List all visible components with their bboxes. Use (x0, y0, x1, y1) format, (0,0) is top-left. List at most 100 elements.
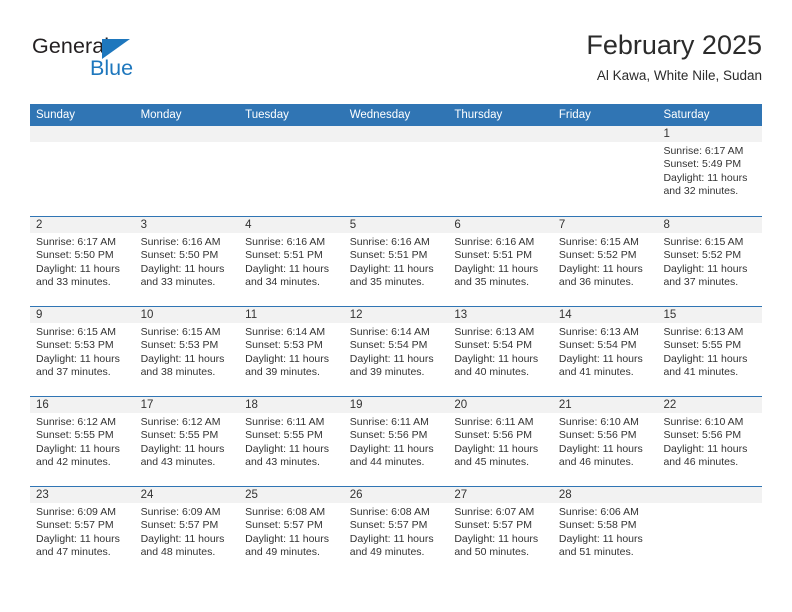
sunrise-text: Sunrise: 6:14 AM (245, 326, 326, 338)
day-cell[interactable]: 15 Sunrise: 6:13 AM Sunset: 5:55 PM Dayligh… (657, 307, 763, 396)
day-sun-info: Sunrise: 6:12 AM Sunset: 5:55 PM Daylight:… (30, 413, 135, 469)
day-cell[interactable]: 1 Sunrise: 6:17 AM Sunset: 5:49 PM Daylight… (657, 126, 763, 216)
daylight-text: Daylight: 11 hours and 41 minutes. (663, 352, 748, 378)
day-cell[interactable]: 23 Sunrise: 6:09 AM Sunset: 5:57 PM Dayligh… (30, 487, 135, 576)
daylight-text: Daylight: 11 hours and 50 minutes. (454, 532, 539, 558)
day-cell[interactable]: 19 Sunrise: 6:11 AM Sunset: 5:56 PM Dayligh… (343, 397, 449, 486)
day-number: 3 (134, 217, 240, 233)
day-cell[interactable]: 28 Sunrise: 6:06 AM Sunset: 5:58 PM Dayligh… (552, 487, 658, 576)
day-cell[interactable]: 11 Sunrise: 6:14 AM Sunset: 5:53 PM Dayligh… (239, 307, 344, 396)
day-cell[interactable]: 4 Sunrise: 6:16 AM Sunset: 5:51 PM Daylight… (239, 217, 344, 306)
daylight-text: Daylight: 11 hours and 46 minutes. (558, 442, 643, 468)
sunrise-text: Sunrise: 6:12 AM (36, 416, 116, 428)
sunrise-text: Sunrise: 6:17 AM (663, 145, 744, 157)
sunset-text: Sunset: 5:53 PM (36, 339, 114, 352)
day-sun-info: Sunrise: 6:13 AM Sunset: 5:54 PM Daylight:… (553, 323, 658, 379)
day-number: 8 (657, 217, 763, 233)
daylight-text: Daylight: 11 hours and 49 minutes. (245, 532, 330, 558)
day-number: 13 (448, 307, 553, 323)
daylight-text: Daylight: 11 hours and 33 minutes. (140, 262, 225, 288)
day-number (448, 126, 553, 142)
daylight-text: Daylight: 11 hours and 35 minutes. (349, 262, 434, 288)
day-cell[interactable]: 21 Sunrise: 6:10 AM Sunset: 5:56 PM Dayligh… (552, 397, 658, 486)
sunset-text: Sunset: 5:51 PM (454, 249, 532, 262)
sunset-text: Sunset: 5:55 PM (140, 429, 219, 442)
sunset-text: Sunset: 5:57 PM (349, 519, 428, 532)
sunrise-text: Sunrise: 6:17 AM (36, 236, 116, 248)
sunrise-text: Sunrise: 6:10 AM (663, 416, 744, 428)
day-cell[interactable]: 25 Sunrise: 6:08 AM Sunset: 5:57 PM Dayligh… (239, 487, 344, 576)
sunset-text: Sunset: 5:50 PM (140, 249, 219, 262)
weekday-header-friday: Friday (558, 109, 591, 121)
day-number: 17 (134, 397, 240, 413)
day-number: 9 (30, 307, 135, 323)
day-cell[interactable]: 16 Sunrise: 6:12 AM Sunset: 5:55 PM Dayligh… (30, 397, 135, 486)
title-block: February 2025 Al Kawa, White Nile, Sudan (586, 28, 762, 86)
sunrise-text: Sunrise: 6:07 AM (454, 506, 535, 518)
day-sun-info: Sunrise: 6:10 AM Sunset: 5:56 PM Daylight:… (553, 413, 658, 469)
logo-text-blue: Blue (90, 56, 134, 80)
sunrise-text: Sunrise: 6:16 AM (140, 236, 221, 248)
general-blue-logo: General Blue (30, 32, 160, 90)
week-row: 23 Sunrise: 6:09 AM Sunset: 5:57 PM Dayligh… (30, 486, 763, 576)
day-number: 16 (30, 397, 135, 413)
day-number: 26 (343, 487, 449, 503)
sunrise-text: Sunrise: 6:10 AM (558, 416, 639, 428)
daylight-text: Daylight: 11 hours and 37 minutes. (36, 352, 120, 378)
daylight-text: Daylight: 11 hours and 37 minutes. (663, 262, 748, 288)
day-number (134, 126, 240, 142)
sunrise-text: Sunrise: 6:15 AM (558, 236, 639, 248)
sunset-text: Sunset: 5:49 PM (663, 158, 742, 171)
sunset-text: Sunset: 5:56 PM (454, 429, 532, 442)
daylight-text: Daylight: 11 hours and 32 minutes. (663, 171, 748, 197)
sunrise-text: Sunrise: 6:08 AM (245, 506, 326, 518)
daylight-text: Daylight: 11 hours and 45 minutes. (454, 442, 539, 468)
day-cell[interactable]: 27 Sunrise: 6:07 AM Sunset: 5:57 PM Dayligh… (448, 487, 553, 576)
calendar-page: General Blue February 2025 Al Kawa, Whit… (0, 0, 792, 612)
sunset-text: Sunset: 5:55 PM (245, 429, 323, 442)
day-cell[interactable]: 18 Sunrise: 6:11 AM Sunset: 5:55 PM Dayligh… (239, 397, 344, 486)
day-cell[interactable]: 10 Sunrise: 6:15 AM Sunset: 5:53 PM Dayligh… (134, 307, 240, 396)
sunset-text: Sunset: 5:54 PM (558, 339, 637, 352)
day-cell[interactable]: 26 Sunrise: 6:08 AM Sunset: 5:57 PM Dayligh… (343, 487, 449, 576)
page-header: General Blue February 2025 Al Kawa, Whit… (30, 28, 762, 98)
day-number: 6 (448, 217, 553, 233)
day-cell[interactable]: 17 Sunrise: 6:12 AM Sunset: 5:55 PM Dayligh… (134, 397, 240, 486)
sunrise-text: Sunrise: 6:12 AM (140, 416, 221, 428)
day-cell[interactable]: 13 Sunrise: 6:13 AM Sunset: 5:54 PM Dayligh… (448, 307, 553, 396)
page-title: February 2025 (586, 30, 762, 60)
sunrise-text: Sunrise: 6:15 AM (663, 236, 744, 248)
day-cell[interactable]: 8 Sunrise: 6:15 AM Sunset: 5:52 PM Daylight… (657, 217, 763, 306)
sunrise-text: Sunrise: 6:15 AM (36, 326, 116, 338)
day-cell-empty (552, 126, 658, 216)
day-sun-info: Sunrise: 6:09 AM Sunset: 5:57 PM Daylight:… (30, 503, 135, 559)
day-sun-info: Sunrise: 6:15 AM Sunset: 5:53 PM Daylight:… (30, 323, 135, 379)
day-number: 15 (657, 307, 763, 323)
day-cell[interactable]: 9 Sunrise: 6:15 AM Sunset: 5:53 PM Daylight… (30, 307, 135, 396)
sunset-text: Sunset: 5:52 PM (558, 249, 637, 262)
sunset-text: Sunset: 5:57 PM (36, 519, 114, 532)
day-cell[interactable]: 12 Sunrise: 6:14 AM Sunset: 5:54 PM Dayligh… (343, 307, 449, 396)
day-cell[interactable]: 20 Sunrise: 6:11 AM Sunset: 5:56 PM Dayligh… (448, 397, 553, 486)
day-sun-info: Sunrise: 6:11 AM Sunset: 5:56 PM Daylight:… (344, 413, 449, 469)
day-number: 11 (239, 307, 344, 323)
day-cell[interactable]: 5 Sunrise: 6:16 AM Sunset: 5:51 PM Daylight… (343, 217, 449, 306)
day-cell[interactable]: 22 Sunrise: 6:10 AM Sunset: 5:56 PM Dayligh… (657, 397, 763, 486)
sunset-text: Sunset: 5:56 PM (558, 429, 637, 442)
day-number: 19 (343, 397, 449, 413)
sunrise-text: Sunrise: 6:11 AM (454, 416, 534, 428)
day-cell[interactable]: 7 Sunrise: 6:15 AM Sunset: 5:52 PM Daylight… (552, 217, 658, 306)
day-cell[interactable]: 2 Sunrise: 6:17 AM Sunset: 5:50 PM Daylight… (30, 217, 135, 306)
day-number: 28 (552, 487, 658, 503)
day-sun-info: Sunrise: 6:16 AM Sunset: 5:51 PM Daylight:… (344, 233, 449, 289)
sunrise-text: Sunrise: 6:11 AM (245, 416, 325, 428)
day-number: 18 (239, 397, 344, 413)
daylight-text: Daylight: 11 hours and 42 minutes. (36, 442, 120, 468)
day-cell[interactable]: 6 Sunrise: 6:16 AM Sunset: 5:51 PM Daylight… (448, 217, 553, 306)
day-cell[interactable]: 3 Sunrise: 6:16 AM Sunset: 5:50 PM Daylight… (134, 217, 240, 306)
day-cell[interactable]: 24 Sunrise: 6:09 AM Sunset: 5:57 PM Dayligh… (134, 487, 240, 576)
daylight-text: Daylight: 11 hours and 43 minutes. (140, 442, 225, 468)
day-cell-empty (448, 126, 553, 216)
day-number: 22 (657, 397, 763, 413)
day-cell[interactable]: 14 Sunrise: 6:13 AM Sunset: 5:54 PM Dayligh… (552, 307, 658, 396)
